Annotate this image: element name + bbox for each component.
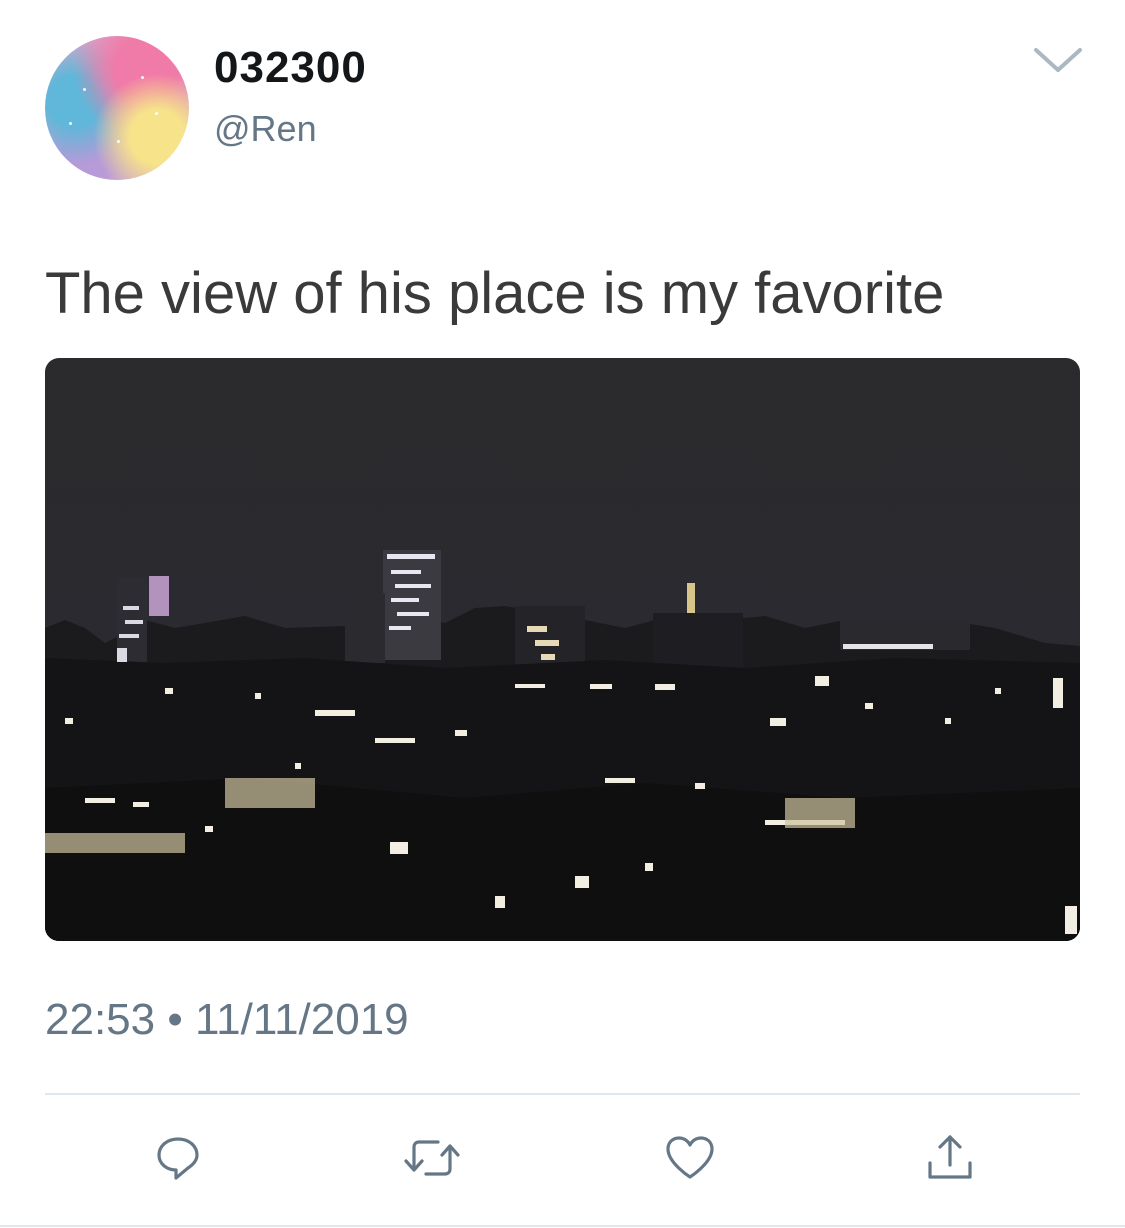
reply-icon: [153, 1133, 203, 1188]
display-name[interactable]: 032300: [214, 42, 367, 94]
tweet-card: 032300 @Ren The view of his place is my …: [0, 0, 1125, 1228]
divider: [45, 1093, 1080, 1095]
tweet-photo[interactable]: [45, 358, 1080, 941]
like-button[interactable]: [660, 1130, 720, 1190]
reply-button[interactable]: [148, 1130, 208, 1190]
avatar[interactable]: [45, 36, 189, 180]
chevron-down-icon[interactable]: [1030, 42, 1086, 78]
share-button[interactable]: [920, 1130, 980, 1190]
retweet-icon: [400, 1133, 464, 1188]
bottom-divider: [0, 1225, 1125, 1227]
heart-icon: [664, 1133, 716, 1188]
tweet-text: The view of his place is my favorite: [45, 261, 945, 326]
retweet-button[interactable]: [402, 1130, 462, 1190]
user-handle[interactable]: @Ren: [214, 108, 317, 150]
share-icon: [924, 1131, 976, 1190]
tweet-timestamp: 22:53 • 11/11/2019: [45, 995, 409, 1044]
